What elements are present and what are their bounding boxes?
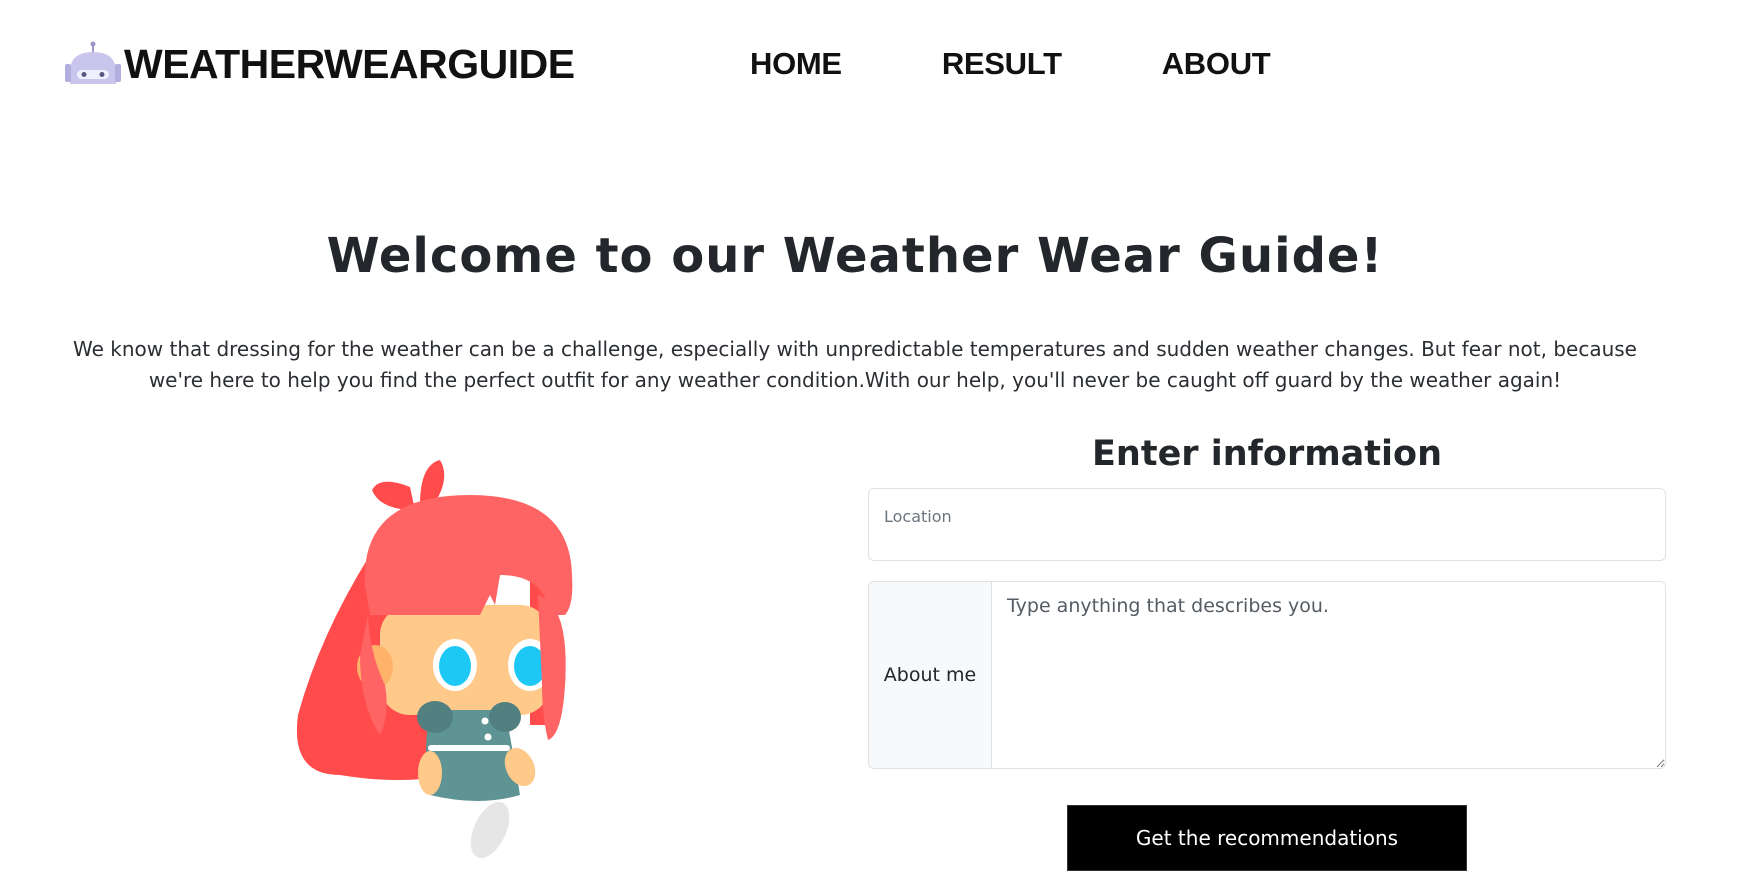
nav-about-link[interactable]: ABOUT <box>1162 40 1271 88</box>
main-nav: HOME RESULT ABOUT <box>750 40 1271 88</box>
robot-icon <box>64 40 122 88</box>
location-field[interactable]: Location <box>868 488 1666 561</box>
intro-paragraph: We know that dressing for the weather ca… <box>73 337 1637 392</box>
about-me-group: About me <box>868 581 1666 769</box>
about-me-label: About me <box>869 582 992 768</box>
form-title: Enter information <box>1092 434 1442 474</box>
info-form: Enter information Location About me Get … <box>868 430 1666 871</box>
about-me-textarea[interactable] <box>992 582 1665 768</box>
submit-wrap: Get the recommendations <box>868 805 1666 871</box>
get-recommendations-button[interactable]: Get the recommendations <box>1067 805 1467 871</box>
nav-home-link[interactable]: HOME <box>750 40 842 88</box>
site-header: WEATHERWEARGUIDE HOME RESULT ABOUT <box>0 0 1741 130</box>
brand-link[interactable]: WEATHERWEARGUIDE <box>64 36 575 92</box>
location-label: Location <box>884 507 952 526</box>
page: WEATHERWEARGUIDE HOME RESULT ABOUT Welco… <box>0 0 1741 894</box>
page-title: Welcome to our Weather Wear Guide! <box>326 228 1384 284</box>
location-input[interactable] <box>883 527 1651 552</box>
girl-illustration <box>280 455 620 875</box>
brand-name: WEATHERWEARGUIDE <box>124 40 575 87</box>
nav-result-link[interactable]: RESULT <box>942 40 1062 88</box>
